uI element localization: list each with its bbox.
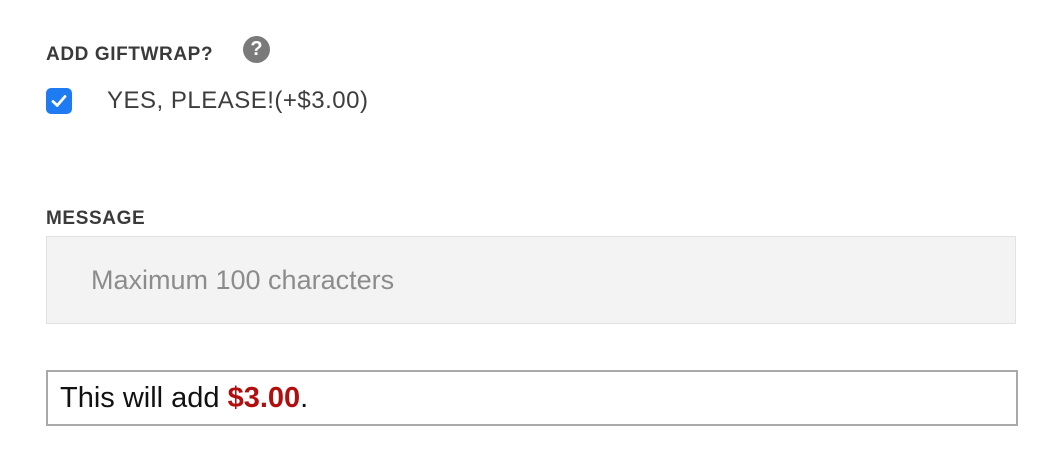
giftwrap-heading: ADD GIFTWRAP? <box>46 44 214 65</box>
giftwrap-option[interactable]: YES, PLEASE!(+$3.00) <box>46 86 368 116</box>
giftwrap-option-label: YES, PLEASE!(+$3.00) <box>107 87 369 114</box>
giftwrap-form: ADD GIFTWRAP? ? YES, PLEASE!(+$3.00) MES… <box>0 0 1050 472</box>
price-summary-prefix: This will add <box>60 381 220 414</box>
checkmark-icon <box>51 95 67 107</box>
price-summary: This will add $3.00 . <box>46 370 1018 426</box>
giftwrap-checkbox[interactable] <box>46 88 72 114</box>
price-summary-amount: $3.00 <box>227 381 301 414</box>
message-input[interactable] <box>46 236 1016 324</box>
question-mark-circle-icon[interactable]: ? <box>243 36 270 63</box>
price-summary-suffix: . <box>300 381 309 414</box>
message-heading: MESSAGE <box>46 208 146 229</box>
